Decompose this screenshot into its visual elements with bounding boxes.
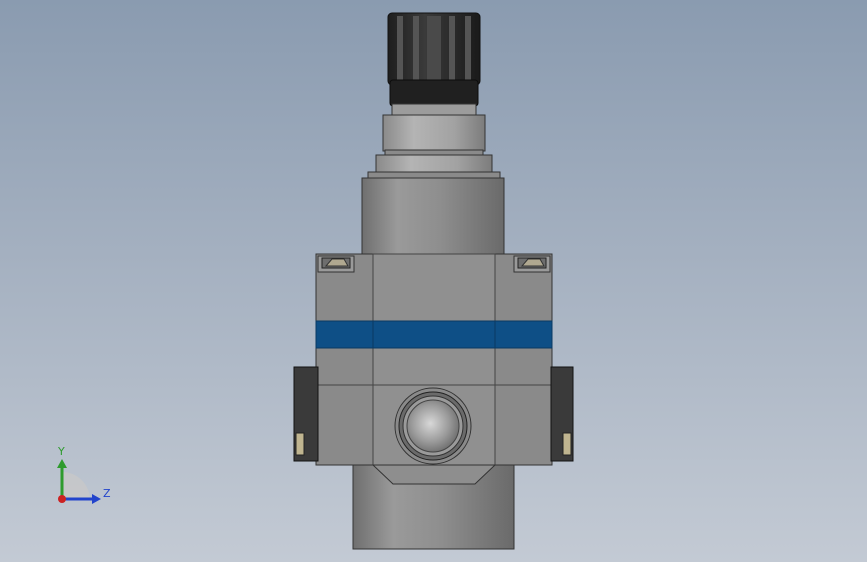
knob-grip-rib (397, 16, 403, 80)
z-axis-label: Z (103, 487, 111, 500)
x-axis-dot (58, 495, 66, 503)
adjustment-knob[interactable] (387, 12, 481, 107)
screw-top-left (317, 255, 355, 273)
right-side-port[interactable] (550, 366, 574, 462)
screw-top-right (513, 255, 551, 273)
knob-grip-rib (449, 16, 455, 80)
knob-grip-rib (465, 16, 471, 80)
y-axis-label: Y (57, 445, 65, 458)
pressure-regulator-model[interactable]: Y Z (0, 0, 867, 562)
knob-grip-rib (413, 16, 419, 80)
knob-grip-rib (427, 16, 441, 80)
y-axis-arrowhead (57, 459, 67, 468)
left-side-port[interactable] (293, 366, 319, 462)
bonnet-neck (361, 103, 505, 257)
color-band (315, 320, 553, 349)
z-axis-arrowhead (92, 494, 101, 504)
orientation-triad: Y Z (57, 445, 111, 504)
filter-bowl[interactable] (352, 464, 515, 550)
front-port[interactable] (394, 387, 472, 465)
cad-graphics-viewport[interactable]: Y Z (0, 0, 867, 562)
